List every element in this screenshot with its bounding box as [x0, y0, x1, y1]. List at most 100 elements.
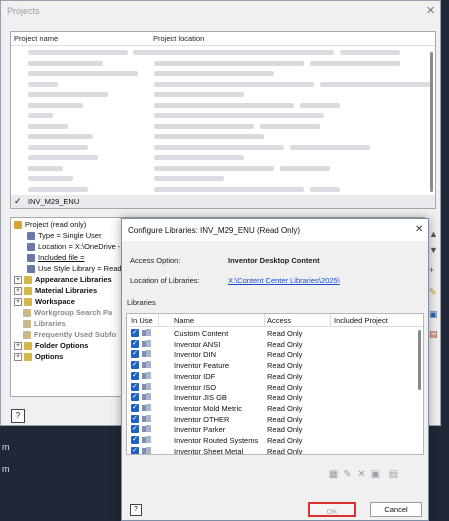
redacted-row[interactable]: [11, 80, 431, 89]
redacted-row[interactable]: [11, 153, 431, 162]
redacted-text: [154, 165, 274, 171]
expand-icon[interactable]: +: [14, 353, 22, 362]
tree-node-workgroup-search-paths[interactable]: Workgroup Search Pa: [23, 308, 112, 318]
expand-icon[interactable]: +: [14, 276, 22, 285]
redacted-row[interactable]: [11, 48, 431, 57]
edit-library-icon[interactable]: ✎: [342, 469, 353, 480]
project-row-selected[interactable]: ✓ INV_M29_ENU: [11, 195, 435, 208]
tree-node-material-libraries[interactable]: + Material Libraries: [14, 286, 97, 296]
in-use-checkbox[interactable]: ✓: [131, 382, 139, 391]
library-access: Read Only: [267, 403, 303, 413]
folder-icon: [24, 287, 32, 296]
library-row[interactable]: ✓ Inventor ANSI Read Only: [127, 339, 417, 349]
tree-node-location[interactable]: Location = X:\OneDrive -: [27, 242, 120, 252]
library-access: Read Only: [267, 414, 303, 424]
library-row[interactable]: ✓ Inventor IDF Read Only: [127, 371, 417, 381]
help-icon[interactable]: ?: [130, 504, 142, 516]
redacted-text: [154, 50, 334, 55]
tree-node-style-library[interactable]: Use Style Library = Read-: [27, 264, 124, 274]
library-properties-icon[interactable]: ▣: [370, 469, 381, 480]
libraries-table[interactable]: In Use Name Access Included Project ✓ Cus…: [126, 313, 424, 455]
in-use-checkbox[interactable]: ✓: [131, 436, 139, 444]
redacted-row[interactable]: [11, 143, 431, 152]
redacted-row[interactable]: [11, 132, 431, 141]
in-use-checkbox[interactable]: ✓: [131, 371, 139, 380]
redacted-row[interactable]: [11, 111, 431, 120]
redacted-text: [300, 102, 340, 108]
library-row[interactable]: ✓ Inventor Sheet Metal Read Only: [127, 446, 417, 454]
redacted-text: [28, 123, 68, 129]
library-row[interactable]: ✓ Inventor Routed Systems Read Only: [127, 435, 417, 445]
setting-icon: [27, 265, 35, 274]
help-icon[interactable]: ?: [11, 409, 25, 423]
move-up-icon[interactable]: ▲: [429, 229, 438, 239]
tree-node-appearance-libraries[interactable]: + Appearance Libraries: [14, 275, 112, 285]
redacted-row[interactable]: [11, 90, 431, 99]
edit-icon[interactable]: ✎: [429, 287, 437, 298]
in-use-checkbox[interactable]: ✓: [131, 361, 139, 370]
library-icon[interactable]: ▤: [429, 329, 438, 340]
column-name[interactable]: Name: [174, 316, 194, 325]
library-row[interactable]: ✓ Inventor DIN Read Only: [127, 349, 417, 359]
redacted-text: [28, 134, 93, 139]
in-use-checkbox[interactable]: ✓: [131, 425, 139, 434]
in-use-checkbox[interactable]: ✓: [131, 329, 139, 337]
move-down-icon[interactable]: ▼: [429, 245, 438, 255]
in-use-checkbox[interactable]: ✓: [131, 393, 139, 402]
in-use-checkbox[interactable]: ✓: [131, 339, 139, 348]
redacted-row[interactable]: [11, 101, 431, 110]
redacted-row[interactable]: [11, 69, 431, 78]
column-included-project[interactable]: Included Project: [334, 316, 388, 325]
tree-node-included-file[interactable]: Included file =: [27, 253, 85, 263]
library-access: Read Only: [267, 382, 303, 392]
column-project-location[interactable]: Project location: [153, 34, 204, 43]
in-use-checkbox[interactable]: ✓: [131, 403, 139, 412]
library-name: Inventor OTHER: [174, 414, 230, 424]
tree-node-folder-options[interactable]: + Folder Options: [14, 341, 88, 351]
tree-node-frequently-used-subfolders[interactable]: Frequently Used Subfo: [23, 330, 116, 340]
find-icon[interactable]: ▣: [429, 309, 438, 320]
library-row[interactable]: ✓ Inventor ISO Read Only: [127, 382, 417, 392]
redacted-row[interactable]: [11, 59, 431, 68]
library-row[interactable]: ✓ Inventor Mold Metric Read Only: [127, 403, 417, 413]
column-project-name[interactable]: Project name: [14, 34, 58, 43]
tree-node-workspace[interactable]: + Workspace: [14, 297, 75, 307]
library-row[interactable]: ✓ Custom Content Read Only: [127, 328, 417, 338]
project-list-scrollbar[interactable]: [429, 46, 434, 194]
in-use-checkbox[interactable]: ✓: [131, 414, 139, 423]
access-option-label: Access Option:: [130, 256, 181, 265]
in-use-checkbox[interactable]: ✓: [131, 446, 139, 454]
libraries-scrollbar[interactable]: [418, 328, 422, 454]
redacted-row[interactable]: [11, 174, 431, 183]
library-row[interactable]: ✓ Inventor Feature Read Only: [127, 360, 417, 370]
tree-node-options[interactable]: + Options: [14, 352, 63, 362]
redacted-row[interactable]: [11, 122, 431, 131]
project-list[interactable]: Project name Project location ✓ INV_M29_…: [10, 31, 436, 209]
expand-icon[interactable]: +: [14, 298, 22, 307]
column-in-use[interactable]: In Use: [131, 316, 153, 325]
expand-icon[interactable]: +: [14, 287, 22, 296]
cancel-button[interactable]: Cancel: [370, 502, 422, 517]
in-use-checkbox[interactable]: ✓: [131, 350, 139, 359]
add-library-icon[interactable]: ▦: [328, 469, 339, 480]
ok-button[interactable]: OK: [308, 502, 356, 517]
library-row[interactable]: ✓ Inventor OTHER Read Only: [127, 414, 417, 424]
tree-node-type[interactable]: Type = Single User: [27, 231, 102, 241]
add-path-icon[interactable]: +: [429, 265, 434, 275]
projects-window-title: Projects: [7, 6, 40, 16]
tree-node-project[interactable]: Project (read only): [14, 220, 86, 230]
redacted-row[interactable]: [11, 185, 431, 194]
expand-icon[interactable]: +: [14, 342, 22, 351]
dialog-titlebar: Configure Libraries: INV_M29_ENU (Read O…: [122, 219, 428, 241]
delete-library-icon[interactable]: ✕: [356, 469, 367, 480]
redacted-row[interactable]: [11, 164, 431, 173]
column-access[interactable]: Access: [267, 316, 291, 325]
location-link[interactable]: X:\Content Center Libraries\2025\: [228, 276, 340, 285]
library-row[interactable]: ✓ Inventor Parker Read Only: [127, 424, 417, 434]
close-icon[interactable]: ✕: [426, 4, 435, 17]
redacted-text: [28, 71, 138, 76]
close-icon[interactable]: ✕: [415, 224, 423, 235]
library-row[interactable]: ✓ Inventor JIS GB Read Only: [127, 392, 417, 402]
tree-node-libraries[interactable]: Libraries: [23, 319, 66, 329]
read-only-library-icon[interactable]: ▤: [388, 469, 399, 480]
